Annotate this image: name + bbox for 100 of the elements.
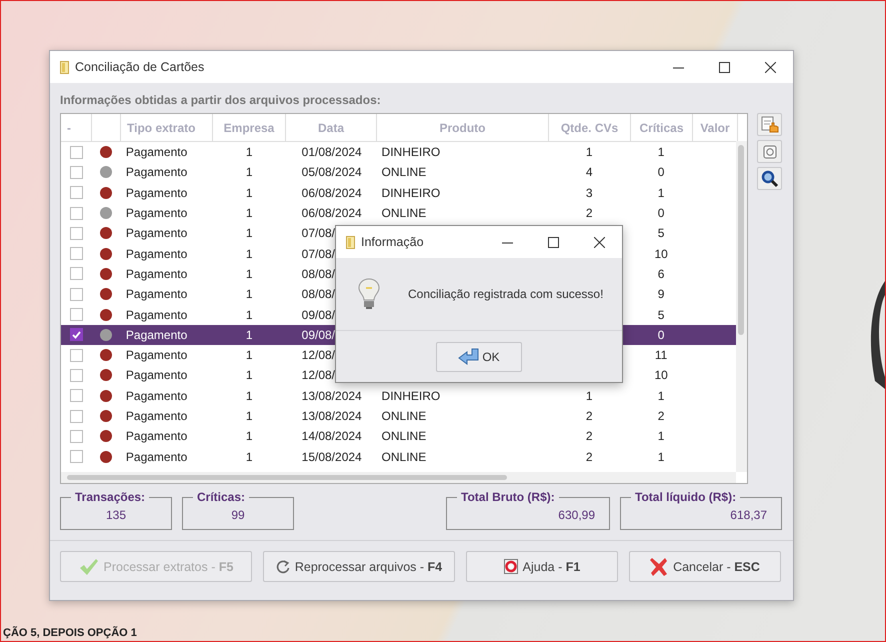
- document-hand-icon: [760, 116, 778, 134]
- table-cell: Pagamento: [126, 368, 188, 382]
- table-cell: 1: [246, 145, 253, 160]
- column-header[interactable]: -: [61, 114, 92, 141]
- dialog-message: Conciliação registrada com sucesso!: [408, 287, 604, 301]
- help-button[interactable]: Ajuda - F1: [466, 551, 618, 582]
- summary-value: 618,37: [730, 508, 767, 522]
- row-checkbox[interactable]: [70, 410, 83, 422]
- background-text: ÇÃO 5, DEPOIS OPÇÃO 1: [3, 627, 137, 639]
- column-header[interactable]: Produto: [377, 114, 549, 141]
- app-icon: [60, 60, 69, 74]
- table-cell: 5: [658, 308, 664, 322]
- table-cell: Pagamento: [126, 206, 188, 220]
- summary-value: 630,99: [558, 508, 595, 522]
- row-checkbox[interactable]: [70, 308, 83, 322]
- row-checkbox[interactable]: [70, 328, 83, 342]
- table-cell: Pagamento: [126, 145, 188, 160]
- summary-label: Críticas:: [196, 490, 246, 504]
- table-cell: Pagamento: [126, 186, 188, 200]
- table-cell: 11: [654, 348, 668, 362]
- circle-button[interactable]: [757, 140, 782, 163]
- row-checkbox[interactable]: [70, 430, 83, 443]
- table-cell: 0: [658, 328, 664, 342]
- table-cell: 12/08/: [302, 348, 336, 362]
- column-header[interactable]: Data: [286, 114, 377, 141]
- table-cell: ONLINE: [382, 429, 426, 444]
- table-cell: DINHEIRO: [382, 388, 440, 403]
- cancel-button[interactable]: Cancelar - ESC: [629, 551, 781, 582]
- row-checkbox[interactable]: [70, 450, 83, 464]
- check-icon: [78, 558, 99, 576]
- table-cell: 1: [658, 450, 664, 464]
- table-cell: 6: [658, 266, 664, 281]
- window-title: Conciliação de Cartões: [75, 60, 206, 74]
- reprocess-button[interactable]: Reprocessar arquivos - F4: [263, 551, 455, 582]
- table-cell: 15/08/2024: [302, 450, 362, 464]
- table-cell: 1: [246, 226, 253, 240]
- summary-label: Transações:: [74, 490, 146, 504]
- row-checkbox[interactable]: [70, 267, 83, 280]
- table-cell: 13/08/2024: [302, 409, 362, 423]
- column-header[interactable]: Empresa: [213, 114, 286, 141]
- row-checkbox[interactable]: [70, 247, 83, 260]
- table-cell: 3: [586, 186, 593, 200]
- table-cell: 1: [586, 145, 593, 160]
- column-header[interactable]: Valor: [693, 114, 738, 141]
- row-checkbox[interactable]: [70, 389, 83, 402]
- table-cell: DINHEIRO: [382, 186, 440, 200]
- summary-label: Total Bruto (R$):: [460, 490, 556, 504]
- table-cell: Pagamento: [126, 388, 188, 403]
- table-cell: 07/08/: [302, 226, 336, 240]
- table-cell: 1: [658, 186, 664, 200]
- table-cell: Pagamento: [126, 308, 188, 322]
- row-checkbox[interactable]: [70, 186, 83, 200]
- table-cell: DINHEIRO: [382, 145, 440, 160]
- table-cell: Pagamento: [126, 266, 188, 281]
- ok-button[interactable]: OK: [436, 342, 522, 372]
- table-cell: Pagamento: [126, 450, 188, 464]
- table-cell: 09/08/: [302, 308, 336, 322]
- row-checkbox[interactable]: [70, 146, 83, 159]
- return-arrow-icon: [458, 348, 480, 366]
- column-header[interactable]: Tipo extrato: [121, 114, 213, 141]
- row-checkbox[interactable]: [70, 166, 83, 179]
- close-icon: [594, 236, 604, 248]
- row-checkbox[interactable]: [70, 206, 83, 220]
- row-checkbox[interactable]: [70, 368, 83, 382]
- table-cell: 2: [586, 206, 593, 220]
- table-cell: 01/08/2024: [302, 145, 362, 160]
- table-cell: 10: [654, 368, 668, 382]
- row-checkbox[interactable]: [70, 288, 83, 301]
- column-header[interactable]: Qtde. CVs: [549, 114, 631, 141]
- table-cell: 08/08/: [302, 287, 336, 302]
- table-cell: Pagamento: [126, 246, 188, 261]
- section-label: Informações obtidas a partir dos arquivos processados:: [60, 93, 382, 107]
- table-cell: 1: [658, 145, 664, 160]
- search-button[interactable]: [757, 167, 782, 190]
- table-cell: Pagamento: [126, 409, 188, 423]
- table-cell: 1: [246, 165, 253, 180]
- table-cell: 1: [246, 308, 253, 322]
- table-cell: 2: [586, 429, 593, 444]
- table-cell: 13/08/2024: [302, 388, 362, 403]
- row-checkbox[interactable]: [70, 226, 83, 240]
- table-cell: 2: [586, 450, 593, 464]
- column-header[interactable]: Críticas: [631, 114, 693, 141]
- table-cell: 1: [658, 388, 664, 403]
- table-cell: ONLINE: [382, 165, 426, 180]
- table-cell: Pagamento: [126, 348, 188, 362]
- dialog-title: Informação: [361, 235, 425, 249]
- table-cell: 1: [246, 429, 253, 444]
- hand-pointer-button[interactable]: [757, 113, 782, 136]
- maximize-icon: [548, 236, 558, 248]
- table-cell: 5: [658, 226, 664, 240]
- table-cell: 2: [586, 409, 593, 423]
- summary-label: Total líquido (R$):: [634, 490, 738, 504]
- table-cell: 1: [658, 429, 664, 444]
- table-cell: 09/08/: [302, 328, 336, 342]
- close-icon: [764, 62, 776, 72]
- row-checkbox[interactable]: [70, 348, 83, 362]
- table-cell: 1: [246, 388, 253, 403]
- table-cell: Pagamento: [126, 165, 188, 180]
- maximize-icon: [718, 62, 730, 72]
- cancel-icon: [650, 556, 668, 576]
